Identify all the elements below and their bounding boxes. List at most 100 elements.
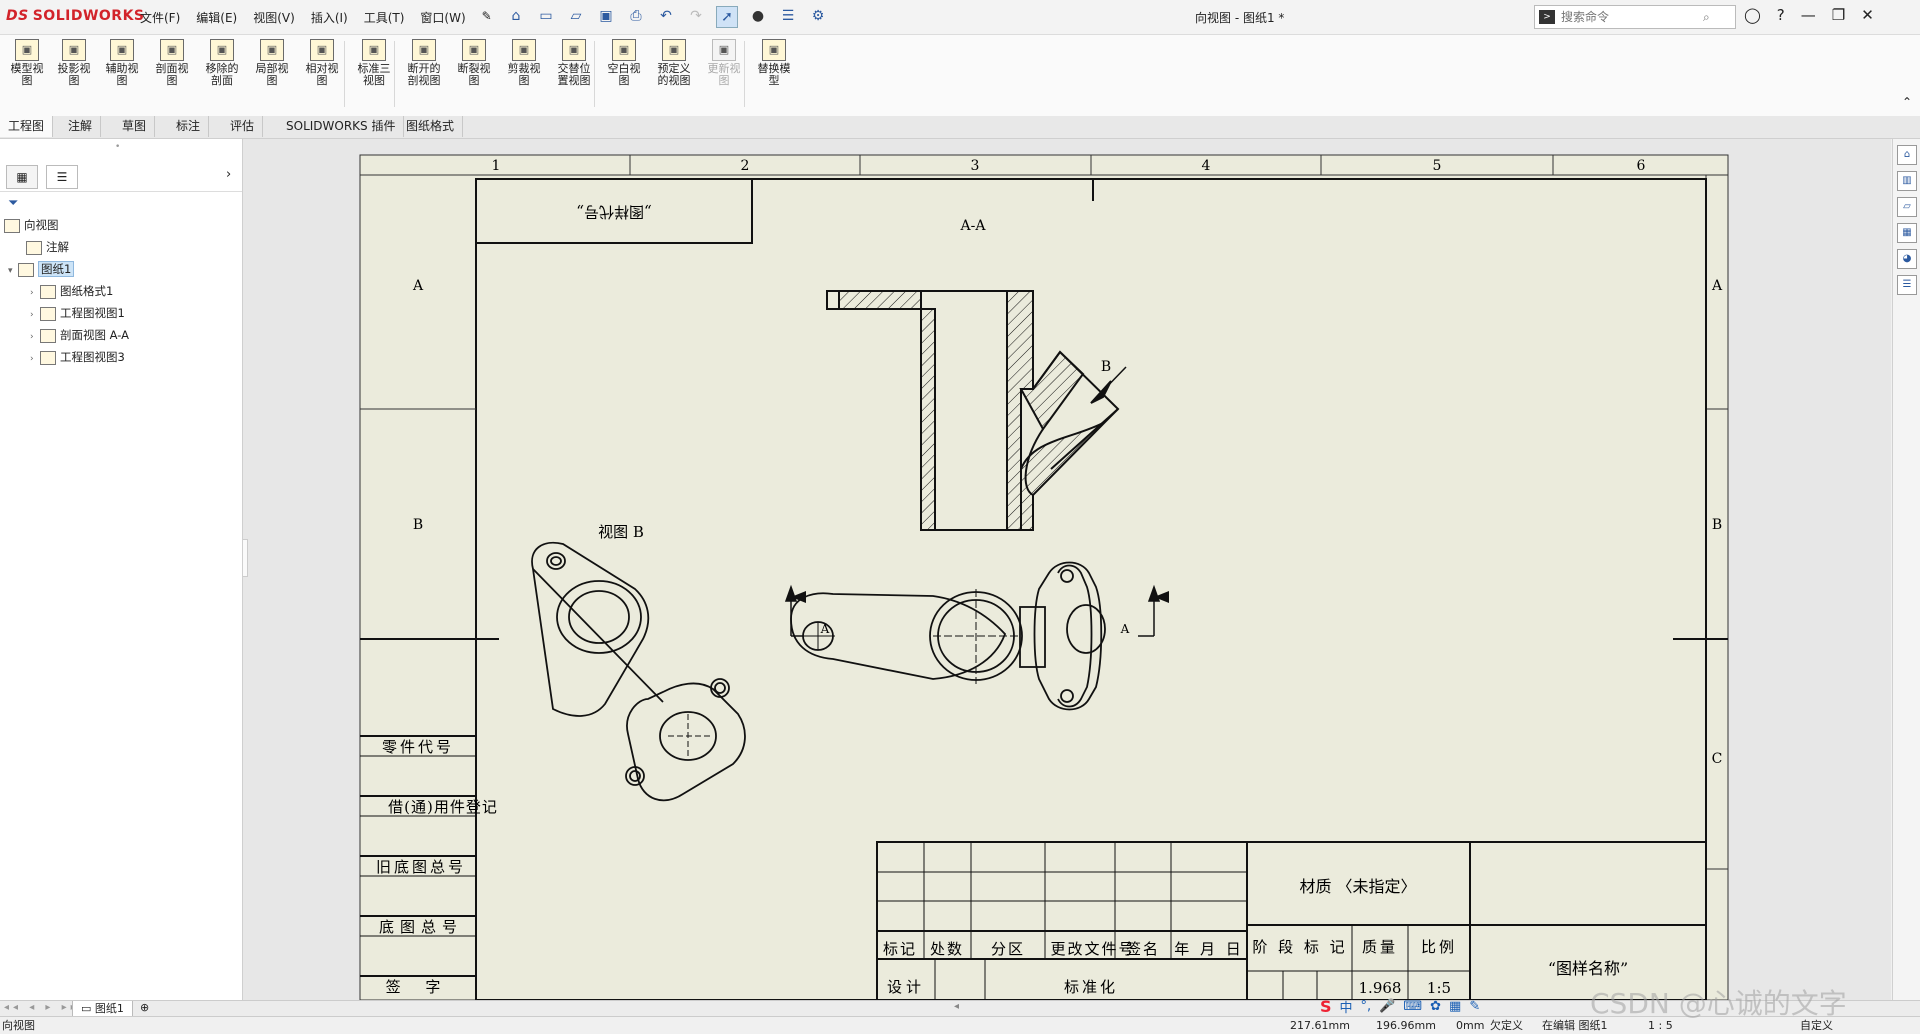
ribbon-button-alternate-position[interactable]: ▣ 交替位 置视图: [552, 39, 596, 99]
new-document-icon[interactable]: ▭: [536, 6, 556, 26]
ime-skin-icon[interactable]: ✿: [1430, 999, 1441, 1014]
traffic-light-icon[interactable]: ●: [748, 6, 768, 26]
solidworks-logo[interactable]: DS SOLIDWORKS: [6, 8, 145, 24]
scroll-left-icon[interactable]: ◂: [954, 1001, 959, 1012]
ribbon-button-relative-view[interactable]: ▣ 相对视图: [300, 39, 344, 99]
ime-voice-icon[interactable]: 🎤: [1379, 999, 1395, 1014]
ribbon-button-broken-out-section[interactable]: ▣ 断开的 剖视图: [402, 39, 446, 99]
menu-file[interactable]: 文件(F): [140, 9, 180, 26]
menu-window[interactable]: 窗口(W): [420, 9, 465, 26]
ime-keyboard-icon[interactable]: ⌨: [1403, 999, 1422, 1014]
save-icon[interactable]: ▣: [596, 6, 616, 26]
file-explorer-icon[interactable]: ▱: [1897, 197, 1917, 217]
close-icon[interactable]: ✕: [1861, 6, 1874, 24]
tree-root[interactable]: 向视图: [4, 216, 59, 234]
ime-tools-icon[interactable]: ✎: [1469, 999, 1480, 1014]
view-palette-icon[interactable]: ▦: [1897, 223, 1917, 243]
restore-icon[interactable]: ❐: [1832, 6, 1845, 24]
status-message: 向视图: [2, 1019, 35, 1032]
search-icon[interactable]: ⌕: [1703, 10, 1710, 25]
menu-tools[interactable]: 工具(T): [364, 9, 405, 26]
add-sheet-icon[interactable]: ⊕: [140, 1001, 149, 1014]
ribbon-button-removed-section[interactable]: ▣ 移除的 剖面: [200, 39, 244, 99]
ribbon-button-break-view[interactable]: ▣ 断裂视图: [452, 39, 496, 99]
menu-edit[interactable]: 编辑(E): [196, 9, 237, 26]
sheet-nav-arrows-icon[interactable]: ◂◂ ◂ ▸ ▸▸: [4, 1002, 80, 1013]
menu-view[interactable]: 视图(V): [253, 9, 295, 26]
search-box[interactable]: > ⌕: [1534, 5, 1736, 29]
feature-tree-tab-icon[interactable]: ▦: [6, 165, 38, 189]
ime-punctuation[interactable]: °,: [1361, 999, 1372, 1014]
ime-chinese-mode[interactable]: 中: [1340, 997, 1353, 1016]
account-icon[interactable]: ◯: [1744, 6, 1761, 24]
ribbon-button-model-view[interactable]: ▣ 模型视图: [5, 39, 49, 99]
zone-col-6: 6: [1637, 158, 1646, 174]
arrow-a-label-left: A: [820, 622, 830, 636]
drawing-canvas[interactable]: 1 2 3 4 5 6 A B C A B „图样代号„ 零件代号 借(通)用件…: [243, 139, 1891, 1000]
panel-splitter[interactable]: [243, 539, 248, 577]
ribbon-button-empty-view[interactable]: ▣ 空白视图: [602, 39, 646, 99]
ribbon-separator: [394, 41, 395, 107]
tab-solidworks-addins[interactable]: SOLIDWORKS 插件: [278, 116, 405, 137]
collapse-ribbon-icon[interactable]: ⌃: [1902, 95, 1912, 109]
undo-icon[interactable]: ↶: [656, 6, 676, 26]
home-icon[interactable]: ⌂: [506, 6, 526, 26]
tab-dimension[interactable]: 标注: [168, 116, 210, 137]
sogou-ime-icon[interactable]: S: [1320, 997, 1332, 1016]
tree-sheet[interactable]: ▾ 图纸1: [8, 260, 75, 280]
zone-col-2: 2: [741, 158, 750, 174]
tree-sheet-format[interactable]: › 图纸格式1: [30, 282, 113, 300]
tab-annotation[interactable]: 注解: [60, 116, 102, 137]
tab-drawing[interactable]: 工程图: [0, 116, 54, 137]
empty-view-icon: ▣: [612, 39, 636, 61]
expand-arrow-icon[interactable]: ›: [30, 328, 40, 346]
minimize-icon[interactable]: —: [1801, 6, 1816, 24]
custom-properties-icon[interactable]: ☰: [1897, 275, 1917, 295]
tree-annotations[interactable]: 注解: [26, 238, 69, 256]
tree-drawing-view-3[interactable]: › 工程图视图3: [30, 348, 125, 366]
tab-evaluate[interactable]: 评估: [222, 116, 264, 137]
search-input[interactable]: [1559, 9, 1703, 25]
ribbon-button-auxiliary-view[interactable]: ▣ 辅助视图: [100, 39, 144, 99]
ribbon-button-projected-view[interactable]: ▣ 投影视图: [52, 39, 96, 99]
command-tabs: 工程图 注解 草图 标注 评估 SOLIDWORKS 插件 图纸格式 ⌕ ⊡ ⊕…: [0, 116, 1920, 255]
print-icon[interactable]: ⎙: [626, 6, 646, 26]
ribbon-button-detail-view[interactable]: ▣ 局部视图: [250, 39, 294, 99]
select-icon[interactable]: ➚: [716, 6, 738, 28]
file-properties-icon[interactable]: ☰: [778, 6, 798, 26]
ribbon-button-section-view[interactable]: ▣ 剖面视图: [150, 39, 194, 99]
filter-icon[interactable]: ⏷: [8, 196, 18, 211]
tab-sketch[interactable]: 草图: [114, 116, 156, 137]
help-icon[interactable]: ?: [1777, 6, 1785, 24]
property-manager-tab-icon[interactable]: ☰: [46, 165, 78, 189]
pin-icon[interactable]: ✎: [482, 9, 492, 26]
ribbon-button-crop-view[interactable]: ▣ 剪裁视图: [502, 39, 546, 99]
design-library-icon[interactable]: ▥: [1897, 171, 1917, 191]
ribbon-button-standard-3-view[interactable]: ▣ 标准三 视图: [352, 39, 396, 99]
expand-arrow-icon[interactable]: ›: [30, 306, 40, 324]
tab-sheet-format[interactable]: 图纸格式: [398, 116, 464, 137]
expand-panel-chevron-icon[interactable]: ›: [226, 167, 231, 182]
open-icon[interactable]: ▱: [566, 6, 586, 26]
tree-drawing-view-1[interactable]: › 工程图视图1: [30, 304, 125, 322]
expand-arrow-icon[interactable]: ›: [30, 350, 40, 368]
sheet-format-icon: [40, 284, 56, 299]
tree-section-view-aa[interactable]: › 剖面视图 A-A: [30, 326, 129, 344]
ribbon-button-predefined-view[interactable]: ▣ 预定义 的视图: [652, 39, 696, 99]
title-stage-mark: 阶 段 标 记: [1252, 938, 1347, 956]
ribbon-button-replace-model[interactable]: ▣ 替换模型: [752, 39, 796, 99]
zone-row-c-right: C: [1712, 751, 1723, 767]
options-gear-icon[interactable]: ⚙: [808, 6, 828, 26]
expand-arrow-icon[interactable]: ›: [30, 284, 40, 302]
panel-grip-icon[interactable]: •: [115, 142, 120, 152]
solidworks-resources-icon[interactable]: ⌂: [1897, 145, 1917, 165]
ribbon-button-update-view[interactable]: ▣ 更新视图: [702, 39, 746, 99]
ribbon-button-label: 剖视图: [407, 74, 441, 87]
zone-col-4: 4: [1202, 158, 1211, 174]
collapse-arrow-icon[interactable]: ▾: [8, 262, 18, 280]
title-mass-label: 质量: [1362, 938, 1398, 956]
appearances-icon[interactable]: ◕: [1897, 249, 1917, 269]
redo-icon[interactable]: ↷: [686, 6, 706, 26]
ime-apps-icon[interactable]: ▦: [1449, 999, 1461, 1014]
menu-insert[interactable]: 插入(I): [311, 9, 348, 26]
